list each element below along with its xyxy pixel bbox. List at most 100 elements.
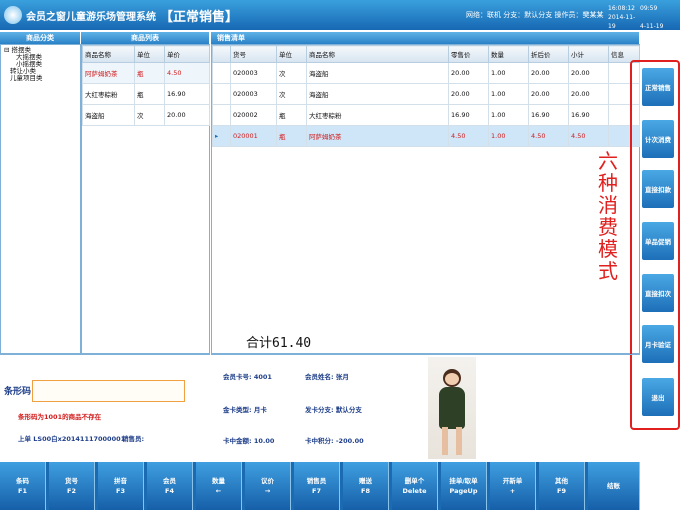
cell: 瓶 (276, 125, 307, 147)
cell: 4.50 (448, 125, 489, 147)
cell: 20.00 (528, 62, 569, 84)
category-panel: ⊟ 搭摆类 大摇摆类 小摇摆类 转让小类 儿童项目类 (0, 44, 81, 354)
single-promo-button[interactable]: 单品促销 (642, 222, 674, 260)
monthly-card-verify-button[interactable]: 月卡验证 (642, 325, 674, 363)
category-tree: ⊟ 搭摆类 大摇摆类 小摇摆类 转让小类 儿童项目类 (1, 45, 80, 84)
column-header[interactable]: 商品名称 (82, 45, 135, 63)
direct-deduct-count-button[interactable]: 直接扣次 (642, 274, 674, 312)
table-row[interactable]: 020003 次 海盗船 20.00 1.00 20.00 20.00 (212, 83, 640, 105)
direct-deduct-button[interactable]: 直接扣款 (642, 170, 674, 208)
table-header-row: 商品名称 单位 单价 (82, 45, 210, 63)
member-card-type: 金卡类型: 月卡 (223, 406, 267, 414)
member-photo (428, 357, 476, 459)
table-row-selected[interactable]: ▸ 020001 瓶 阿萨姆奶茶 4.50 1.00 4.50 4.50 (212, 125, 640, 147)
cell: 16.90 (164, 83, 210, 105)
member-name: 会员姓名: 张月 (305, 373, 349, 381)
column-header[interactable]: 折后价 (528, 45, 569, 63)
product-panel-header: 商品列表 (81, 32, 209, 44)
row-pointer-icon: ▸ (212, 125, 231, 147)
row-indicator (212, 104, 231, 126)
table-row[interactable]: 大红枣粽粉 瓶 16.90 (82, 83, 210, 105)
cell: 瓶 (276, 104, 307, 126)
cell: 20.00 (568, 83, 609, 105)
cell: 16.90 (448, 104, 489, 126)
column-header[interactable]: 数量 (488, 45, 529, 63)
row-indicator-header (212, 45, 231, 63)
column-header[interactable]: 货号 (230, 45, 277, 63)
cell: 1.00 (488, 104, 529, 126)
cell: 20.00 (164, 104, 210, 126)
cell: 4.50 (528, 125, 569, 147)
clock: 16:08:12 09:59 2014-11-19 4-11-19 (608, 4, 672, 31)
table-row[interactable]: 海盗船 次 20.00 (82, 104, 210, 126)
cell: 次 (276, 83, 307, 105)
gift-key-button[interactable]: 赠送 F8 (343, 462, 389, 510)
member-card-no: 会员卡号: 4001 (223, 373, 272, 381)
hold-order-button[interactable]: 挂单/取单 PageUp (441, 462, 487, 510)
product-table: 商品名称 单位 单价 阿萨姆奶茶 瓶 4.50 大红枣粽粉 瓶 16.90 海盗… (82, 45, 210, 126)
tree-node[interactable]: 儿童项目类 (4, 75, 77, 82)
member-key-button[interactable]: 会员 F4 (147, 462, 193, 510)
cell: 020003 (230, 62, 277, 84)
clock-time-2: 09:59 (640, 5, 658, 12)
other-key-button[interactable]: 其他 F9 (539, 462, 585, 510)
barcode-key-button[interactable]: 条码 F1 (0, 462, 46, 510)
cell: 20.00 (568, 62, 609, 84)
app-title: 会员之窗儿童游乐场管理系统 (26, 12, 156, 23)
clock-time: 16:08:12 (608, 5, 635, 12)
cell: 瓶 (134, 62, 165, 84)
cell: 海盗船 (306, 83, 449, 105)
normal-sale-button[interactable]: 正常销售 (642, 68, 674, 106)
column-header[interactable]: 单价 (164, 45, 210, 63)
cell: 1.00 (488, 125, 529, 147)
count-consume-button[interactable]: 计次消费 (642, 120, 674, 158)
checkout-button[interactable]: 结账 (588, 462, 640, 510)
cell: 次 (276, 62, 307, 84)
cell: 1.00 (488, 83, 529, 105)
table-header-row: 货号 单位 商品名称 零售价 数量 折后价 小计 信息 (212, 45, 640, 63)
annotation-text: 六种消费模式 (598, 149, 618, 283)
title-bar: 会员之窗儿童游乐场管理系统 【正常销售】 网络：联机 分支：默认分支 操作员：樊… (0, 0, 680, 30)
column-header[interactable]: 零售价 (448, 45, 489, 63)
cell: 瓶 (134, 83, 165, 105)
cell: 4.50 (568, 125, 609, 147)
table-row[interactable]: 阿萨姆奶茶 瓶 4.50 (82, 62, 210, 84)
app-logo (4, 6, 22, 24)
column-header[interactable]: 单位 (134, 45, 165, 63)
cell: 海盗船 (82, 104, 135, 126)
exit-button[interactable]: 退出 (642, 378, 674, 416)
barcode-panel: 条形码 条形码为1001的商品不存在 上单 LS00白x201411170000… (0, 354, 210, 460)
table-row[interactable]: 020002 瓶 大红枣粽粉 16.90 1.00 16.90 16.90 (212, 104, 640, 126)
item-no-key-button[interactable]: 货号 F2 (49, 462, 95, 510)
cell: 020002 (230, 104, 277, 126)
column-header[interactable]: 单位 (276, 45, 307, 63)
row-indicator (212, 62, 231, 84)
cell: 次 (134, 104, 165, 126)
seller-key-button[interactable]: 销售员 F7 (294, 462, 340, 510)
sales-panel-header: 销售清单 (211, 32, 639, 44)
member-branch: 发卡分支: 默认分支 (305, 406, 362, 414)
pinyin-key-button[interactable]: 拼音 F3 (98, 462, 144, 510)
status-info: 网络：联机 分支：默认分支 操作员：樊某某 (466, 11, 604, 19)
cell: 20.00 (528, 83, 569, 105)
barcode-input[interactable] (32, 380, 185, 402)
column-header[interactable]: 商品名称 (306, 45, 449, 63)
bargain-key-button[interactable]: 议价 → (245, 462, 291, 510)
member-panel: 会员卡号: 4001 会员姓名: 张月 金卡类型: 月卡 发卡分支: 默认分支 … (211, 354, 640, 460)
row-indicator (212, 83, 231, 105)
table-row[interactable]: 020003 次 海盗船 20.00 1.00 20.00 20.00 (212, 62, 640, 84)
barcode-label: 条形码 (4, 387, 32, 397)
cell: 020001 (230, 125, 277, 147)
error-message: 条形码为1001的商品不存在 (18, 413, 102, 421)
delete-item-button[interactable]: 删单个 Delete (392, 462, 438, 510)
quantity-key-button[interactable]: 数量 ← (196, 462, 242, 510)
cell: 1.00 (488, 62, 529, 84)
clock-date: 2014-11-19 (608, 14, 636, 30)
cell: 4.50 (164, 62, 210, 84)
cell: 16.90 (568, 104, 609, 126)
total-amount: 合计61.40 (246, 336, 312, 351)
page-title: 【正常销售】 (160, 10, 239, 25)
product-panel: 商品名称 单位 单价 阿萨姆奶茶 瓶 4.50 大红枣粽粉 瓶 16.90 海盗… (81, 44, 210, 354)
new-order-button[interactable]: 开新单 + (490, 462, 536, 510)
column-header[interactable]: 小计 (568, 45, 609, 63)
